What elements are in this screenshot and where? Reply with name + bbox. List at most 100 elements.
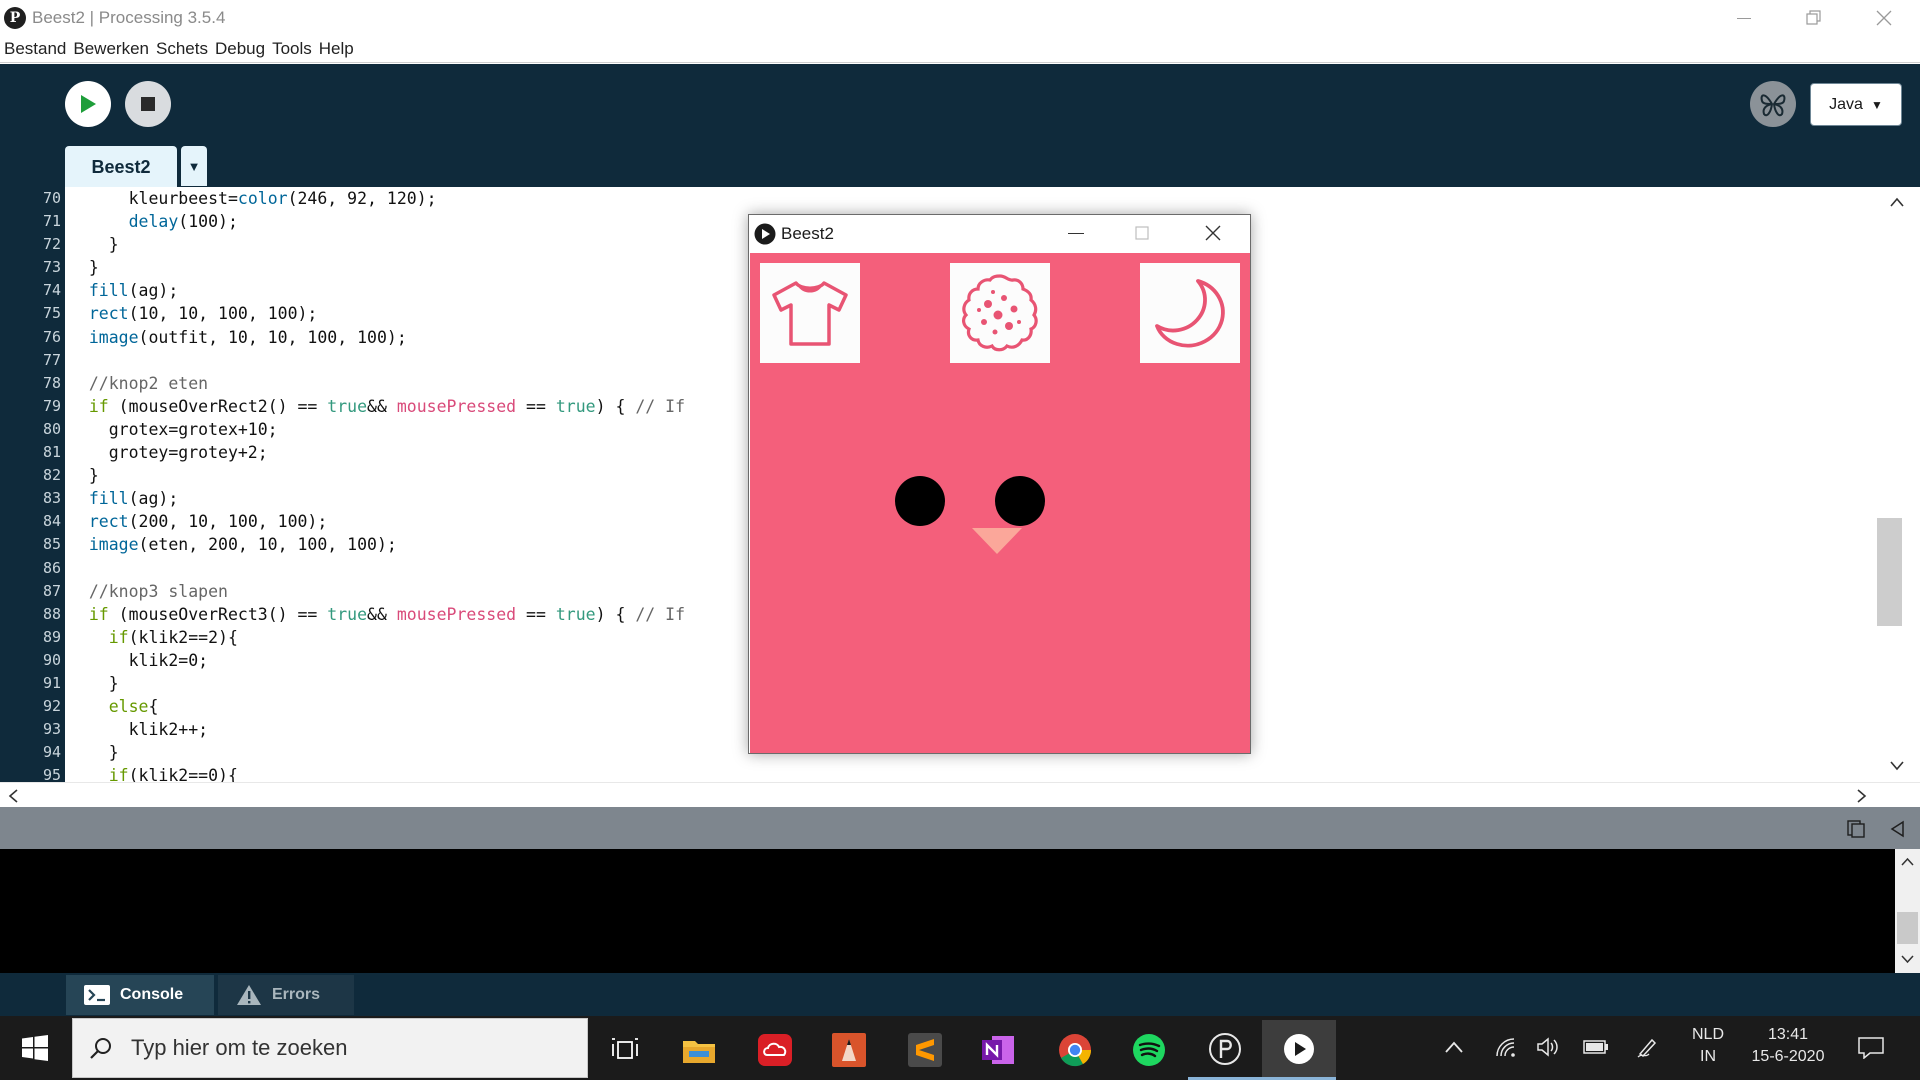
console-scroll-thumb[interactable] [1897, 912, 1918, 944]
minimize-icon[interactable] [1068, 233, 1084, 234]
maximize-icon[interactable] [1135, 226, 1149, 240]
input-method: IN [1700, 1048, 1716, 1065]
start-button[interactable] [0, 1016, 70, 1080]
close-button[interactable] [1849, 0, 1919, 36]
editor-scroll-thumb[interactable] [1877, 518, 1902, 626]
notification-icon[interactable] [1858, 1037, 1884, 1059]
sleep-button[interactable] [1140, 263, 1240, 363]
toolbar [0, 64, 1920, 187]
battery-icon[interactable] [1583, 1039, 1609, 1055]
stop-icon [141, 97, 155, 111]
volume-icon[interactable] [1536, 1036, 1560, 1058]
sketch-canvas[interactable] [750, 253, 1250, 753]
chevron-down-icon: ▼ [1870, 97, 1883, 112]
menu-schets[interactable]: Schets [156, 39, 208, 59]
butterfly-icon [1760, 94, 1786, 117]
line-number: 92 [42, 697, 61, 716]
scroll-up-icon[interactable] [1890, 197, 1904, 207]
menu-bewerken[interactable]: Bewerken [73, 39, 149, 59]
processing-icon [1209, 1032, 1241, 1065]
taskbar-search[interactable]: Typ hier om te zoeken [72, 1018, 588, 1078]
run-button[interactable] [65, 81, 111, 127]
console-tab-label: Console [120, 986, 184, 1003]
line-number: 86 [42, 558, 61, 577]
scroll-up-icon[interactable] [1901, 857, 1914, 866]
wifi-icon[interactable] [1494, 1036, 1516, 1058]
sketch-run-icon [1284, 1033, 1314, 1064]
line-number: 81 [42, 443, 61, 462]
restore-button[interactable] [1779, 0, 1849, 36]
folder-icon [683, 1041, 715, 1063]
code-line: kleurbeest=color(246, 92, 120); [69, 189, 437, 208]
taskbar-chrome[interactable] [1038, 1020, 1112, 1080]
menu-tools[interactable]: Tools [272, 39, 312, 59]
taskbar-processing[interactable] [1188, 1020, 1262, 1080]
taskbar-onenote[interactable] [962, 1020, 1036, 1080]
tab-console[interactable]: Console [66, 975, 214, 1015]
line-number: 90 [42, 650, 61, 669]
windows-logo-icon [22, 1035, 48, 1061]
line-number: 93 [42, 720, 61, 739]
sketch-title: Beest2 [781, 224, 834, 243]
play-icon [81, 95, 96, 113]
sketch-title-bar[interactable]: Beest2 [749, 215, 1250, 252]
chrome-icon [1059, 1034, 1092, 1067]
status-bar [0, 807, 1920, 849]
minimize-button[interactable] [1709, 0, 1779, 36]
processing-logo-icon: P [4, 7, 26, 29]
taskbar-creative-cloud[interactable] [738, 1020, 812, 1080]
language-indicator[interactable]: NLD IN [1690, 1026, 1726, 1066]
scroll-left-icon[interactable] [8, 789, 18, 803]
close-icon[interactable] [1205, 225, 1221, 241]
onenote-icon [982, 1036, 1014, 1064]
copy-console-icon[interactable] [1846, 819, 1866, 839]
line-number: 83 [42, 489, 61, 508]
stop-button[interactable] [125, 81, 171, 127]
language-code: NLD [1691, 1026, 1724, 1043]
clock-time: 13:41 [1767, 1026, 1809, 1043]
beak [972, 528, 1022, 554]
line-number: 73 [42, 258, 61, 277]
clock[interactable]: 13:41 15-6-2020 [1740, 1026, 1836, 1066]
line-number: 74 [42, 281, 61, 300]
taskbar-sublime-text[interactable] [888, 1020, 962, 1080]
scroll-right-icon[interactable] [1857, 789, 1867, 803]
taskbar-running-sketch[interactable] [1262, 1020, 1336, 1080]
task-view-button[interactable] [588, 1020, 662, 1080]
mode-select[interactable]: Java ▼ [1810, 83, 1902, 126]
debugger-button[interactable] [1750, 81, 1796, 127]
console-output[interactable] [0, 849, 1895, 973]
console-scrollbar[interactable] [1895, 849, 1920, 973]
menu-bestand[interactable]: Bestand [4, 39, 66, 59]
sublime-text-icon [908, 1033, 942, 1067]
line-number: 95 [42, 766, 61, 782]
tab-errors[interactable]: Errors [218, 975, 354, 1015]
tab-beest2[interactable]: Beest2 [65, 146, 177, 188]
scroll-down-icon[interactable] [1901, 955, 1914, 964]
food-button[interactable] [950, 263, 1050, 363]
scroll-down-icon[interactable] [1890, 761, 1904, 771]
pen-icon[interactable] [1636, 1036, 1658, 1058]
taskbar-file-explorer[interactable] [662, 1020, 736, 1080]
collapse-console-icon[interactable] [1889, 820, 1905, 838]
chevron-up-icon[interactable] [1444, 1040, 1464, 1054]
menu-help[interactable]: Help [319, 39, 354, 59]
line-number: 91 [42, 673, 61, 692]
outfit-button[interactable] [760, 263, 860, 363]
line-number: 77 [42, 350, 61, 369]
taskbar-drawing-app[interactable] [812, 1020, 886, 1080]
taskbar-spotify[interactable] [1112, 1020, 1186, 1080]
editor-vertical-scrollbar[interactable] [1880, 187, 1920, 782]
sketch-window[interactable]: Beest2 [748, 214, 1251, 754]
editor-horizontal-scrollbar[interactable] [0, 782, 1920, 807]
restore-icon [1806, 10, 1821, 25]
line-number: 82 [42, 466, 61, 485]
line-number: 88 [42, 604, 61, 623]
line-number: 72 [42, 235, 61, 254]
line-number: 71 [42, 212, 61, 231]
line-number: 78 [42, 373, 61, 392]
console-icon [84, 985, 110, 1005]
shirt-icon [772, 281, 848, 346]
tab-menu-button[interactable]: ▼ [181, 146, 207, 186]
menu-debug[interactable]: Debug [215, 39, 265, 59]
